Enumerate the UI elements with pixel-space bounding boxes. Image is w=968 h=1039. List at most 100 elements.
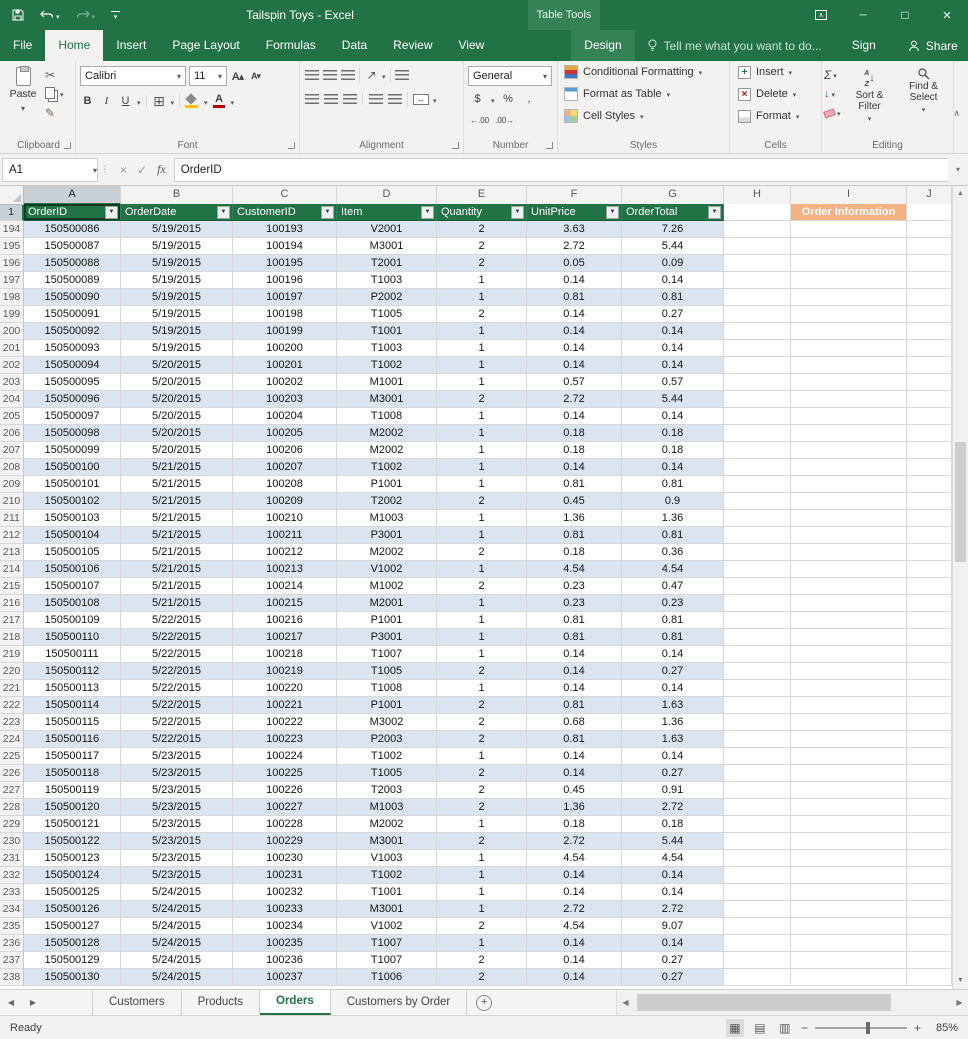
cell[interactable]: 100201 (233, 357, 337, 374)
cell[interactable]: 0.14 (622, 459, 724, 476)
horizontal-scroll-thumb[interactable] (637, 994, 891, 1011)
row-header-202[interactable]: 202 (0, 357, 24, 374)
cell[interactable] (791, 918, 907, 935)
cell[interactable]: 1 (437, 527, 527, 544)
cell[interactable] (907, 884, 952, 901)
cell[interactable]: 2.72 (527, 238, 622, 255)
cell[interactable] (907, 272, 952, 289)
cell[interactable] (791, 799, 907, 816)
cell[interactable]: 150500118 (24, 765, 121, 782)
cell[interactable]: 150500089 (24, 272, 121, 289)
cell[interactable]: T1001 (337, 884, 437, 901)
cell[interactable] (791, 680, 907, 697)
cell[interactable]: T1002 (337, 748, 437, 765)
cell[interactable] (724, 561, 791, 578)
collapse-ribbon-icon[interactable] (953, 108, 960, 119)
cell[interactable]: 0.81 (622, 612, 724, 629)
cell[interactable]: 150500112 (24, 663, 121, 680)
row-header-211[interactable]: 211 (0, 510, 24, 527)
cell[interactable] (724, 493, 791, 510)
cell[interactable]: 0.81 (527, 697, 622, 714)
cell[interactable]: 1 (437, 646, 527, 663)
cell[interactable] (791, 901, 907, 918)
cell[interactable]: 100230 (233, 850, 337, 867)
cell[interactable]: 100200 (233, 340, 337, 357)
cut-button[interactable] (45, 67, 64, 83)
cell[interactable] (791, 306, 907, 323)
undo-caret-icon[interactable] (56, 6, 60, 24)
cell[interactable] (791, 255, 907, 272)
cell[interactable]: 0.14 (527, 748, 622, 765)
cell[interactable]: P2003 (337, 731, 437, 748)
cell[interactable] (907, 221, 952, 238)
cell[interactable]: 100205 (233, 425, 337, 442)
cell[interactable] (791, 714, 907, 731)
cell[interactable]: 100199 (233, 323, 337, 340)
close-button[interactable] (926, 0, 968, 30)
cell[interactable]: 5/22/2015 (121, 714, 233, 731)
cell[interactable] (907, 595, 952, 612)
cell[interactable]: 1 (437, 850, 527, 867)
cell[interactable]: 150500101 (24, 476, 121, 493)
zoom-in-button[interactable] (914, 1021, 921, 1035)
cell[interactable]: 5/23/2015 (121, 765, 233, 782)
italic-button[interactable]: I (99, 93, 114, 109)
cell[interactable]: 1 (437, 374, 527, 391)
cell[interactable]: M1001 (337, 374, 437, 391)
cell[interactable]: T1003 (337, 340, 437, 357)
cell[interactable] (724, 799, 791, 816)
font-color-icon[interactable] (212, 93, 227, 109)
cell[interactable]: 100236 (233, 952, 337, 969)
cell[interactable]: 100229 (233, 833, 337, 850)
cell[interactable]: T1007 (337, 952, 437, 969)
cell[interactable] (907, 459, 952, 476)
cell[interactable] (791, 493, 907, 510)
underline-button[interactable]: U (118, 93, 133, 109)
cell[interactable] (791, 833, 907, 850)
cell[interactable] (724, 476, 791, 493)
format-as-table-button[interactable]: Format as Table (558, 83, 729, 105)
cell[interactable] (724, 544, 791, 561)
cell[interactable]: M3001 (337, 238, 437, 255)
cell[interactable]: 0.14 (527, 969, 622, 986)
align-middle-icon[interactable] (322, 67, 337, 83)
cell[interactable]: V1002 (337, 918, 437, 935)
scroll-up-icon[interactable] (953, 186, 968, 202)
cell[interactable]: 5.44 (622, 833, 724, 850)
cell[interactable] (907, 289, 952, 306)
align-right-icon[interactable] (342, 91, 357, 107)
cell[interactable] (791, 731, 907, 748)
cell[interactable]: 5/22/2015 (121, 663, 233, 680)
cell[interactable] (907, 629, 952, 646)
cell[interactable]: 5/19/2015 (121, 306, 233, 323)
cell-styles-button[interactable]: Cell Styles (558, 105, 729, 127)
cell[interactable] (724, 714, 791, 731)
cell[interactable] (724, 340, 791, 357)
cell[interactable] (791, 459, 907, 476)
cell[interactable]: 0.81 (622, 476, 724, 493)
cell[interactable]: 5/21/2015 (121, 527, 233, 544)
page-break-view-icon[interactable] (776, 1019, 794, 1037)
cell[interactable]: 2 (437, 306, 527, 323)
row-header-195[interactable]: 195 (0, 238, 24, 255)
cell[interactable]: P3001 (337, 527, 437, 544)
font-color-caret-icon[interactable] (231, 92, 235, 110)
cell[interactable] (724, 442, 791, 459)
cell[interactable] (907, 544, 952, 561)
find-select-button[interactable]: Find & Select (899, 65, 949, 116)
cell[interactable]: 5/21/2015 (121, 459, 233, 476)
cell[interactable]: 100194 (233, 238, 337, 255)
cell[interactable]: 0.18 (527, 425, 622, 442)
alignment-dialog-launcher-icon[interactable] (452, 142, 459, 149)
cell[interactable]: 1 (437, 816, 527, 833)
cell[interactable] (907, 918, 952, 935)
tab-insert[interactable]: Insert (103, 30, 159, 61)
cell[interactable]: 0.14 (527, 935, 622, 952)
cell[interactable]: 0.36 (622, 544, 724, 561)
cell[interactable]: 150500115 (24, 714, 121, 731)
cell[interactable]: 2.72 (622, 901, 724, 918)
row-header-196[interactable]: 196 (0, 255, 24, 272)
cell[interactable] (907, 969, 952, 986)
cell[interactable]: 4.54 (622, 561, 724, 578)
cell[interactable]: 100207 (233, 459, 337, 476)
